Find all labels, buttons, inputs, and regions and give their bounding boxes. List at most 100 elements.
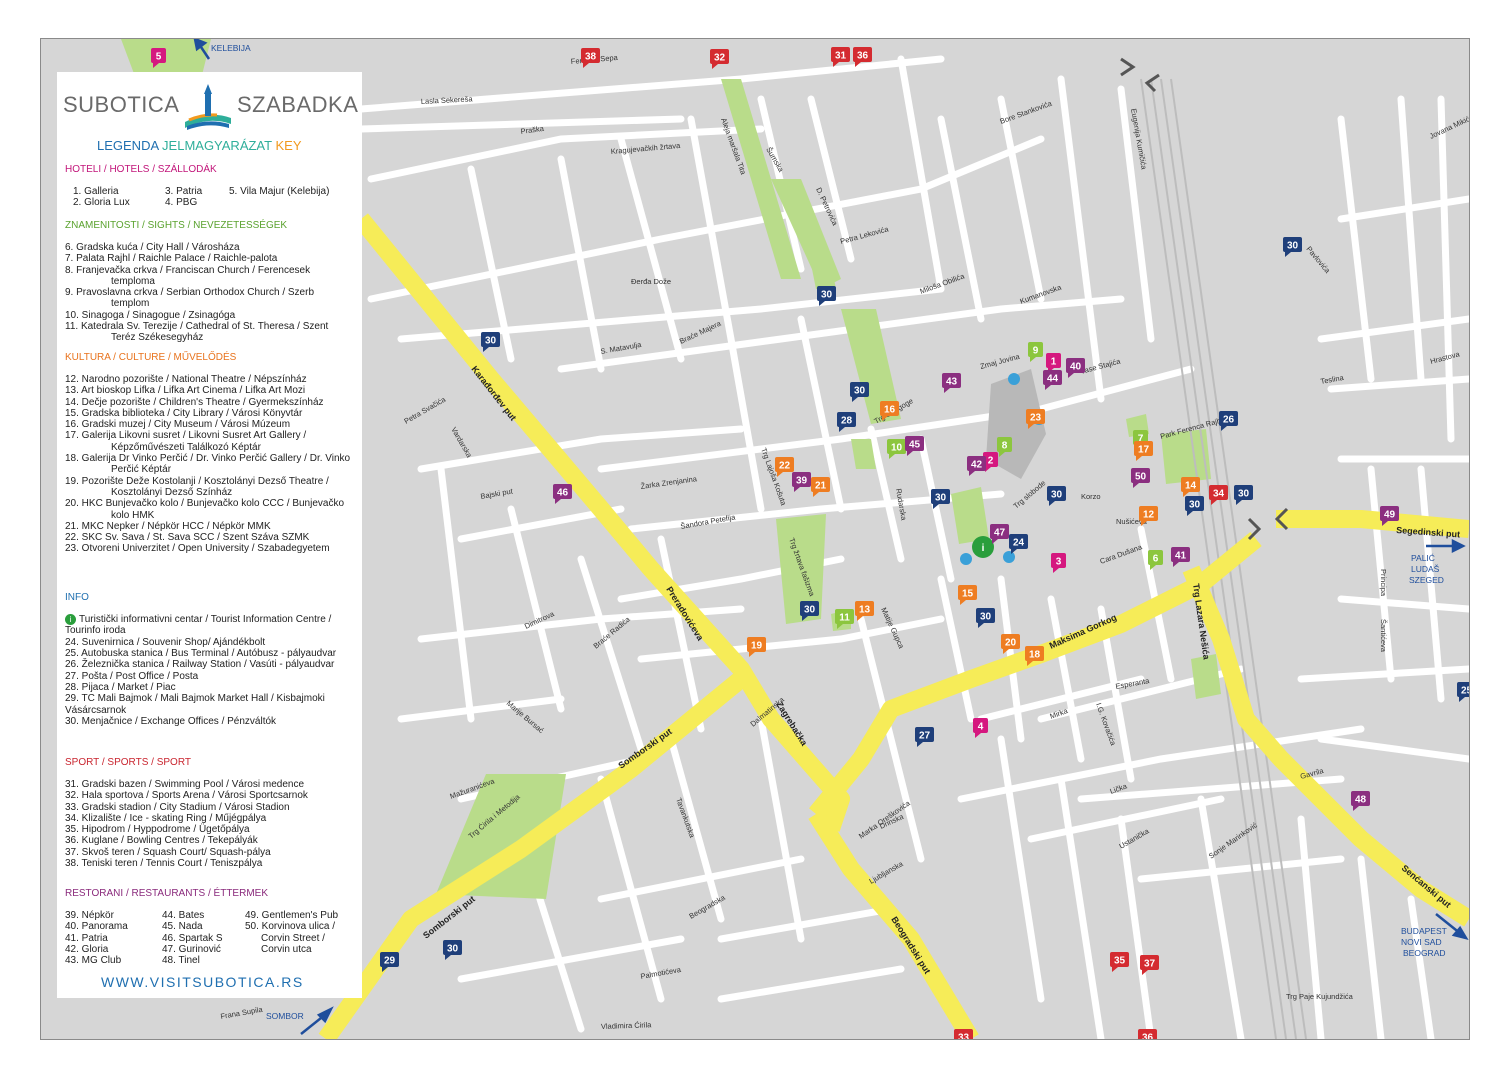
marker-number: 31	[835, 51, 847, 62]
marker-number: 6	[1153, 554, 1159, 565]
marker-number: 36	[1142, 1033, 1154, 1040]
culture-item: 17. Galerija Likovni susret / Likovni Su…	[65, 430, 307, 453]
marker-number: 5	[156, 52, 162, 63]
info-item: 29. TC Mali Bajmok / Mali Bajmok Market …	[65, 693, 325, 716]
marker-number: 13	[859, 605, 871, 616]
info-title: INFO	[65, 592, 89, 603]
culture-item: 19. Pozorište Deže Kostolanji / Kosztolá…	[65, 475, 329, 498]
marker-number: 37	[1144, 959, 1156, 970]
marker-number: 8	[1002, 441, 1008, 452]
hotel-item: 5. Vila Majur (Kelebija)	[229, 186, 330, 197]
street-label: Principa	[1379, 569, 1388, 597]
info-item: i Turistički informativni centar / Touris…	[65, 614, 332, 637]
hotels-col-2: 3. Patria 4. PBG	[165, 186, 202, 209]
logo-text-left: SUBOTICA	[63, 92, 180, 117]
heading-jelmagyarazat: JELMAGYARÁZAT	[162, 138, 272, 153]
heading-key: KEY	[275, 138, 302, 153]
sport-item: 32. Hala sportova / Sports Arena / Város…	[65, 790, 308, 802]
marker-number: 12	[1143, 510, 1155, 521]
marker-number: 30	[1189, 500, 1201, 511]
sport-item: 37. Skvoš teren / Squash Court/ Squash-p…	[65, 846, 271, 858]
restaurant-item: 46. Spartak S	[162, 932, 223, 944]
marker-number: 40	[1070, 362, 1082, 373]
marker-number: 49	[1384, 510, 1396, 521]
sport-item: 33. Gradski stadion / City Stadium / Vár…	[65, 801, 290, 813]
marker-number: 30	[1051, 490, 1063, 501]
marker-number: 30	[854, 386, 866, 397]
sport-item: 38. Teniski teren / Tennis Court / Tenis…	[65, 858, 263, 870]
street-label: Šantićeva	[1379, 619, 1388, 653]
culture-list: 12. Narodno pozorište / National Theatre…	[65, 374, 355, 555]
sight-item: 11. Katedrala Sv. Terezije / Cathedral o…	[65, 321, 329, 344]
hotel-item: 4. PBG	[165, 197, 198, 209]
marker-number: 30	[821, 290, 833, 301]
restaurant-item: 48. Tinel	[162, 955, 200, 967]
marker-number: 42	[971, 460, 983, 471]
poi-marker-sport[interactable]: 33	[954, 1029, 973, 1039]
marker-number: 23	[1030, 413, 1042, 424]
website-link[interactable]: WWW.VISITSUBOTICA.RS	[101, 974, 304, 990]
marker-number: 21	[815, 481, 827, 492]
marker-number: 50	[1135, 472, 1147, 483]
restaurant-item: Corvin utca	[261, 943, 312, 955]
marker-number: 18	[1029, 650, 1041, 661]
marker-number: 17	[1138, 445, 1150, 456]
info-item: 26. Železnička stanica / Railway Station…	[65, 659, 335, 671]
culture-item: 13. Art bioskop Lifka / Lifka Art Cinema…	[65, 385, 306, 397]
marker-number: 19	[751, 641, 763, 652]
info-item: 27. Pošta / Post Office / Posta	[65, 670, 199, 682]
marker-number: 34	[1213, 489, 1225, 500]
logo-text-right: SZABADKA	[237, 92, 359, 117]
culture-item: 15. Gradska biblioteka / City Library / …	[65, 407, 303, 419]
hotel-item: 3. Patria	[165, 186, 203, 197]
marker-number: 30	[804, 605, 816, 616]
marker-number: 22	[779, 461, 791, 472]
marker-number: 4	[978, 722, 984, 733]
sport-item: 34. Klizalište / Ice - skating Ring / Mű…	[65, 812, 267, 824]
culture-item: 20. HKC Bunjevačko kolo / Bunjevačko kol…	[65, 498, 345, 521]
destination-label: BUDAPEST	[1401, 926, 1447, 936]
restaurant-item: 41. Patria	[65, 932, 108, 944]
destination-label: LUDAŠ	[1411, 564, 1440, 574]
sport-list: 31. Gradski bazen / Swimming Pool / Váro…	[65, 779, 355, 869]
sights-list: 6. Gradska kuća / City Hall / Városháza …	[65, 242, 355, 344]
sight-item: 9. Pravoslavna crkva / Serbian Orthodox …	[65, 287, 315, 310]
destination-label: KELEBIJA	[211, 43, 251, 53]
marker-number: 27	[919, 731, 931, 742]
tourist-info-icon[interactable]: i	[972, 536, 994, 558]
rest-col-2: 44. Bates 45. Nada 46. Spartak S 47. Gur…	[162, 910, 223, 966]
restaurant-item: 42. Gloria	[65, 943, 109, 955]
culture-title: KULTURA / CULTURE / MŰVELŐDÉS	[65, 352, 237, 363]
marker-number: 26	[1223, 415, 1235, 426]
restaurants-title: RESTORANI / RESTAURANTS / ÉTTERMEK	[65, 888, 268, 899]
marker-number: 39	[796, 476, 808, 487]
marker-number: 30	[1238, 489, 1250, 500]
restaurant-item: 44. Bates	[162, 910, 205, 921]
culture-item: 18. Galerija Dr Vinko Perčić / Dr. Vinko…	[65, 453, 351, 476]
poi-marker-sport[interactable]: 36	[1138, 1029, 1157, 1039]
destination-label: NOVI SAD	[1401, 937, 1442, 947]
marker-number: 1	[1051, 357, 1057, 368]
marker-number: 30	[935, 493, 947, 504]
marker-number: 10	[891, 443, 903, 454]
logo-tower-icon	[185, 84, 231, 130]
sport-item: 35. Hipodrom / Hyppodrome / Ügetőpálya	[65, 824, 250, 836]
marker-number: 30	[980, 612, 992, 623]
rest-col-3: 49. Gentlemen's Pub 50. Korvinova ulica …	[245, 910, 338, 955]
marker-number: 47	[994, 528, 1006, 539]
destination-label: SOMBOR	[266, 1011, 304, 1021]
culture-item: 22. SKC Sv. Sava / St. Sava SCC / Szent …	[65, 532, 310, 544]
marker-number: 32	[714, 53, 726, 64]
sport-title: SPORT / SPORTS / SPORT	[65, 757, 191, 768]
marker-number: 29	[384, 956, 396, 967]
subotica-logo: SUBOTICA SZABADKA	[61, 84, 359, 134]
svg-text:i: i	[982, 543, 985, 554]
restaurant-item: Corvin Street /	[261, 932, 325, 944]
marker-number: 9	[1033, 346, 1039, 357]
heading-legenda: LEGENDA	[97, 138, 159, 153]
restaurant-item: 49. Gentlemen's Pub	[245, 910, 339, 921]
restaurant-item: 47. Gurinović	[162, 943, 221, 955]
restaurant-item: 39. Népkör	[65, 910, 114, 921]
marker-number: 30	[485, 336, 497, 347]
marker-number: 30	[447, 944, 459, 955]
